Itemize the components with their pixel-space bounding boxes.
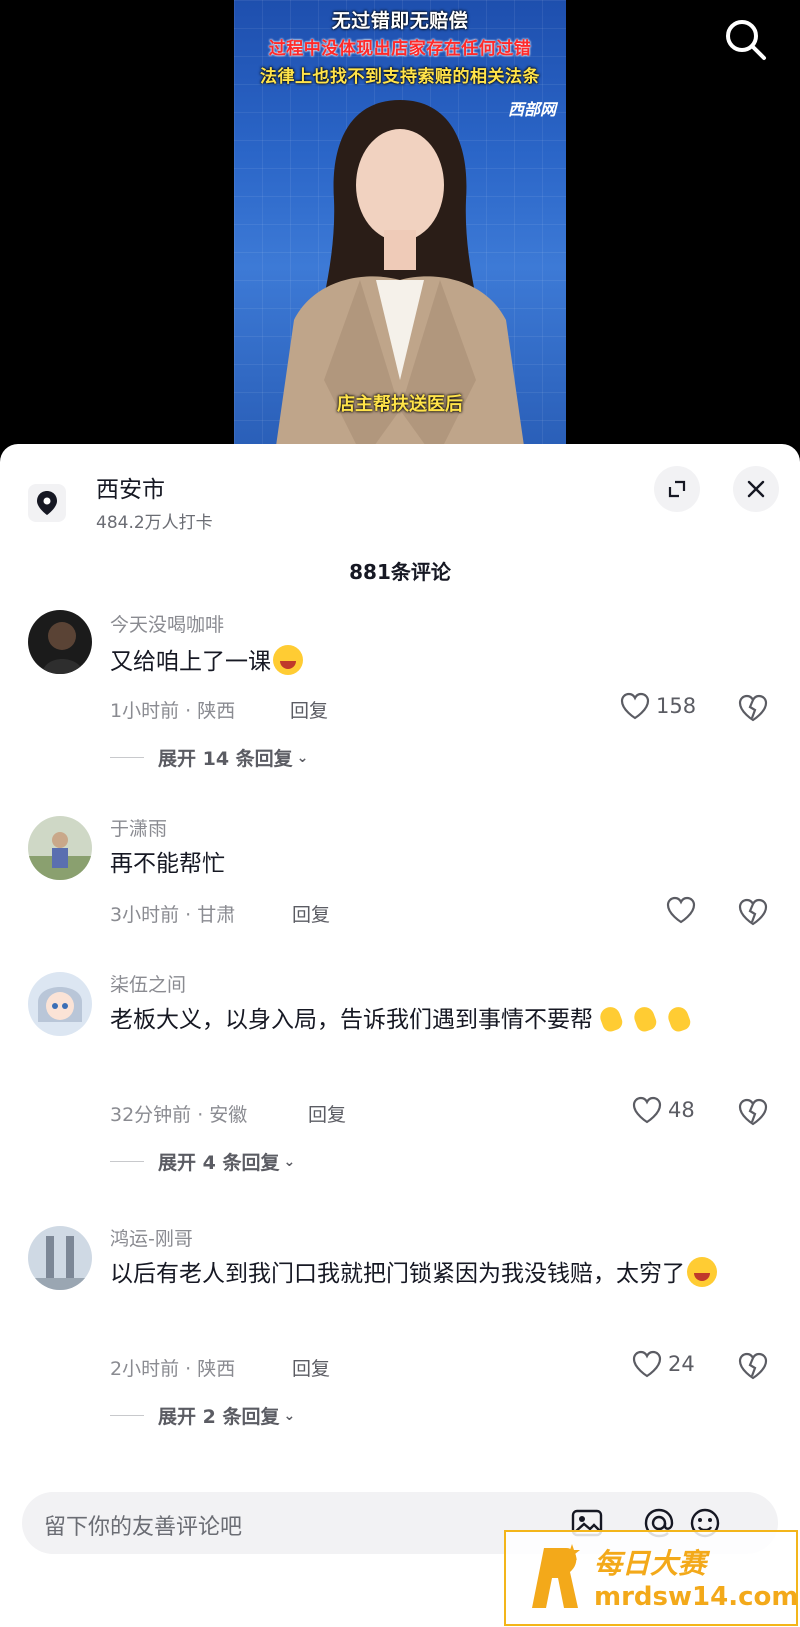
comment-text-body: 老板大义，以身入局，告诉我们遇到事情不要帮 <box>110 1007 593 1033</box>
expand-replies-label: 展开 14 条回复 <box>158 748 293 770</box>
comment-text: 以后有老人到我门口我就把门锁紧因为我没钱赔，太穷了 <box>110 1252 760 1296</box>
heart-icon <box>632 1096 662 1124</box>
crying-face-emoji-icon <box>273 645 303 675</box>
dislike-broken-heart-icon[interactable] <box>738 1098 768 1126</box>
comment-time-location: 3小时前 · 甘肃 <box>110 904 236 926</box>
expand-replies-button[interactable]: 展开 2 条回复 ⌄ <box>110 1402 295 1429</box>
comment-text: 又给咱上了一课 <box>110 640 760 684</box>
close-icon <box>747 480 765 498</box>
comment-time-location: 1小时前 · 陕西 <box>110 700 236 722</box>
comment-text-body: 以后有老人到我门口我就把门锁紧因为我没钱赔，太穷了 <box>110 1261 685 1287</box>
like-count: 24 <box>668 1352 695 1376</box>
video-caption-line3: 法律上也找不到支持索赔的相关法条 <box>260 67 540 87</box>
watermark: 每日大赛 mrdsw14.com <box>504 1530 798 1626</box>
search-icon[interactable] <box>720 14 772 66</box>
video-caption-line1: 无过错即无赔偿 <box>331 10 469 32</box>
close-button[interactable] <box>733 466 779 512</box>
like-button[interactable] <box>666 896 702 924</box>
comment-username[interactable]: 于潇雨 <box>110 814 167 841</box>
dislike-broken-heart-icon[interactable] <box>738 1352 768 1380</box>
chevron-down-icon: ⌄ <box>283 1153 296 1170</box>
location-name[interactable]: 西安市 <box>96 470 165 504</box>
avatar[interactable] <box>28 1226 92 1290</box>
expand-replies-button[interactable]: 展开 14 条回复 ⌄ <box>110 744 308 771</box>
reply-button[interactable]: 回复 <box>292 1354 330 1381</box>
like-button[interactable]: 48 <box>632 1096 695 1124</box>
broadcaster-logo: 西部网 <box>507 100 556 119</box>
video-player[interactable]: 无过错即无赔偿 过程中没体现出店家存在任何过错 法律上也找不到支持索赔的相关法条… <box>0 0 800 460</box>
comment-username[interactable]: 鸿运-刚哥 <box>110 1224 193 1251</box>
reply-button[interactable]: 回复 <box>290 696 328 723</box>
comment-text-body: 再不能帮忙 <box>110 851 225 877</box>
comment-username[interactable]: 柒伍之间 <box>110 970 186 997</box>
expand-replies-label: 展开 4 条回复 <box>158 1152 280 1174</box>
clapping-hands-emoji-icon <box>629 1001 661 1033</box>
heart-icon <box>666 896 696 924</box>
heart-icon <box>620 692 650 720</box>
heart-icon <box>632 1350 662 1378</box>
chevron-down-icon: ⌄ <box>296 749 309 766</box>
clapping-hands-emoji-icon <box>595 1001 627 1033</box>
watermark-url: mrdsw14.com <box>594 1582 799 1612</box>
comment-input-placeholder: 留下你的友善评论吧 <box>44 1515 243 1540</box>
video-caption-line2: 过程中没体现出店家存在任何过错 <box>268 39 532 59</box>
like-button[interactable]: 24 <box>632 1350 695 1378</box>
location-pin-icon <box>28 484 66 522</box>
avatar[interactable] <box>28 610 92 674</box>
divider <box>110 1161 144 1162</box>
location-checkins: 484.2万人打卡 <box>96 513 213 533</box>
avatar[interactable] <box>28 816 92 880</box>
laughing-crying-face-emoji-icon <box>687 1257 717 1287</box>
comments-panel: 西安市 484.2万人打卡 881条评论 今天没喝咖啡 又给咱上了一课 1小时前… <box>0 444 800 1627</box>
divider <box>110 757 144 758</box>
expand-icon <box>668 480 686 498</box>
watermark-logo-icon <box>532 1544 580 1608</box>
comment-count: 881条评论 <box>349 560 451 584</box>
dislike-broken-heart-icon[interactable] <box>738 898 768 926</box>
expand-button[interactable] <box>654 466 700 512</box>
comment-time-location: 32分钟前 · 安徽 <box>110 1104 248 1126</box>
comment-text: 再不能帮忙 <box>110 842 760 886</box>
divider <box>110 1415 144 1416</box>
comment-time-location: 2小时前 · 陕西 <box>110 1358 236 1380</box>
reply-button[interactable]: 回复 <box>308 1100 346 1127</box>
avatar[interactable] <box>28 972 92 1036</box>
watermark-title: 每日大赛 <box>594 1547 707 1580</box>
expand-replies-label: 展开 2 条回复 <box>158 1406 280 1428</box>
comment-username[interactable]: 今天没喝咖啡 <box>110 610 224 637</box>
dislike-broken-heart-icon[interactable] <box>738 694 768 722</box>
like-count: 48 <box>668 1098 695 1122</box>
expand-replies-button[interactable]: 展开 4 条回复 ⌄ <box>110 1148 295 1175</box>
comment-text: 老板大义，以身入局，告诉我们遇到事情不要帮 <box>110 998 760 1042</box>
like-count: 158 <box>656 694 697 718</box>
like-button[interactable]: 158 <box>620 692 696 720</box>
clapping-hands-emoji-icon <box>663 1001 695 1033</box>
chevron-down-icon: ⌄ <box>283 1407 296 1424</box>
reply-button[interactable]: 回复 <box>292 900 330 927</box>
video-frame: 无过错即无赔偿 过程中没体现出店家存在任何过错 法律上也找不到支持索赔的相关法条… <box>234 0 566 445</box>
comment-text-body: 又给咱上了一课 <box>110 649 271 675</box>
video-subtitle: 店主帮扶送医后 <box>337 394 463 415</box>
